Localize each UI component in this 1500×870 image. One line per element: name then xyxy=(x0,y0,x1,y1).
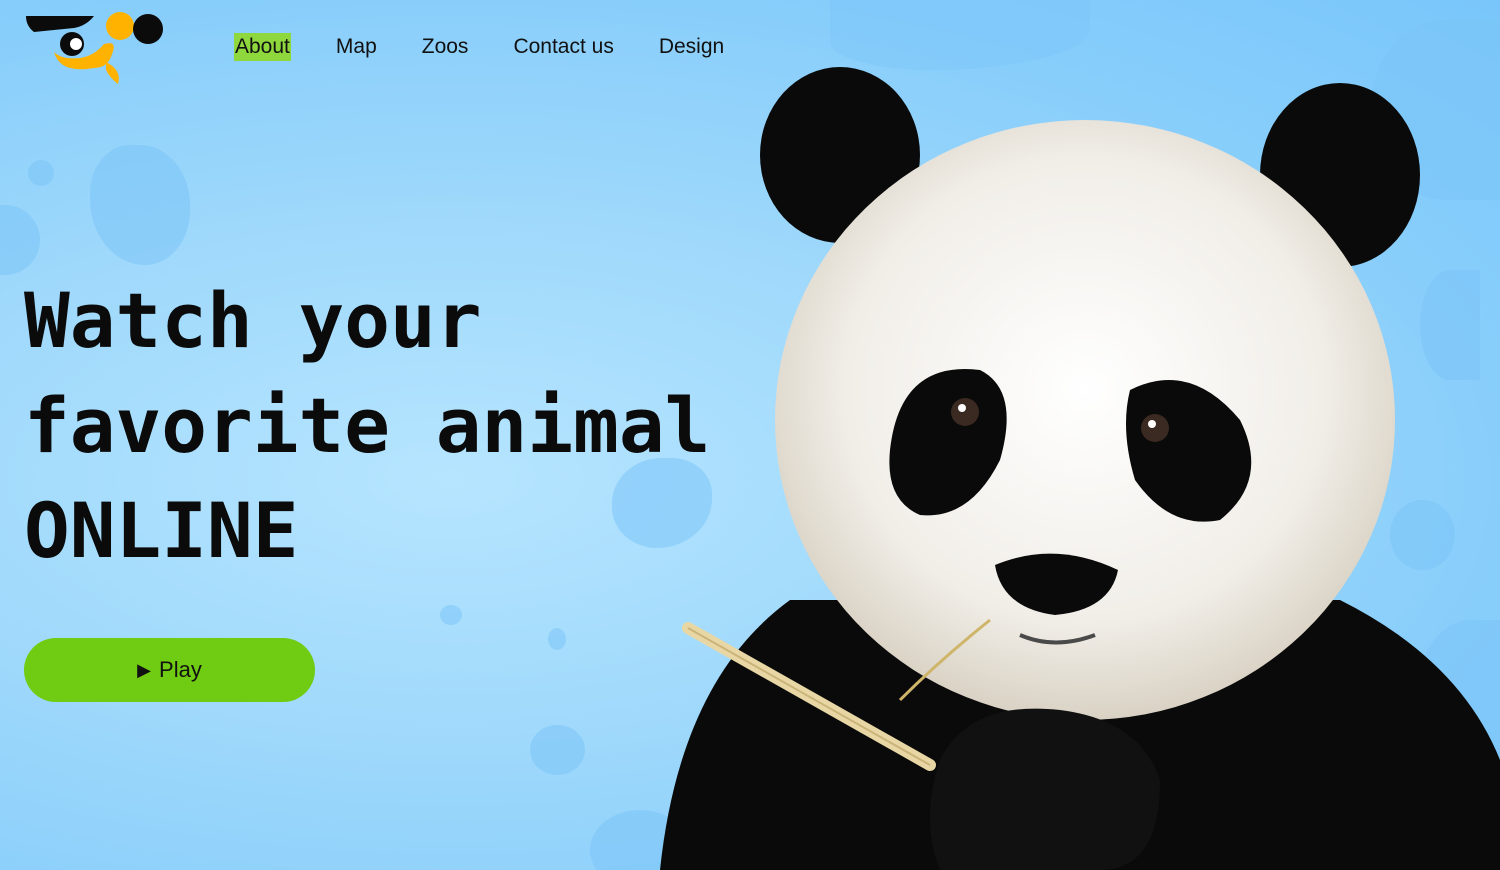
background-blob xyxy=(0,205,40,275)
hero-title-line: favorite animal xyxy=(24,381,711,470)
nav-contact-link[interactable]: Contact us xyxy=(513,33,613,61)
play-button[interactable]: ▶ Play xyxy=(24,638,315,702)
nav-map-link[interactable]: Map xyxy=(336,33,377,61)
main-nav: About Map Zoos Contact us Design xyxy=(234,33,724,61)
background-blob xyxy=(530,725,585,775)
play-button-label: Play xyxy=(159,657,202,682)
nav-design-link[interactable]: Design xyxy=(659,33,724,61)
zoo-logo[interactable] xyxy=(24,12,164,84)
nav-zoos-link[interactable]: Zoos xyxy=(422,33,469,61)
background-blob xyxy=(90,145,190,265)
nav-about-link[interactable]: About xyxy=(234,33,291,61)
background-blob xyxy=(28,160,54,186)
hero-title: Watch your favorite animal ONLINE xyxy=(24,268,710,583)
play-triangle-icon: ▶ xyxy=(137,660,152,680)
hero-title-line: ONLINE xyxy=(24,486,299,575)
hero-title-line: Watch your xyxy=(24,276,482,365)
background-blob xyxy=(440,605,462,625)
panda-image xyxy=(660,67,1500,870)
background-blob xyxy=(548,628,566,650)
